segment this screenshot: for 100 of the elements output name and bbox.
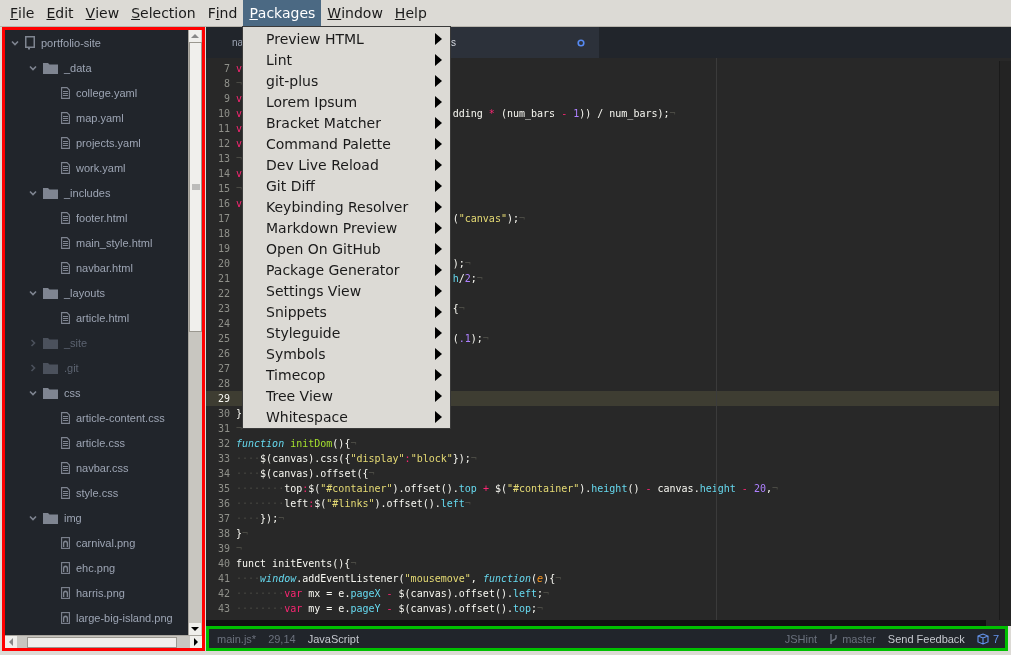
menu-entry[interactable]: Markdown Preview <box>243 217 450 238</box>
line-number: 23 <box>216 302 231 316</box>
file-name[interactable]: footer.html <box>76 211 128 224</box>
file-name[interactable]: carnival.png <box>76 536 136 549</box>
code-line: ····});¬ <box>236 512 285 526</box>
menu-entry[interactable]: Bracket Matcher <box>243 112 450 133</box>
send-feedback-link[interactable]: Send Feedback <box>887 632 965 645</box>
file-name[interactable]: work.yaml <box>76 161 126 174</box>
editor-scrollbar[interactable] <box>999 61 1011 620</box>
menu-entry[interactable]: Open On GitHub <box>243 238 450 259</box>
code-line: }¬ <box>236 527 249 541</box>
code-line: } <box>236 407 243 421</box>
code-line: v <box>236 167 243 181</box>
horizontal-scrollbar[interactable] <box>5 635 202 648</box>
menu-item[interactable]: View <box>79 0 126 26</box>
folder-icon <box>43 186 58 199</box>
menu-entry[interactable]: Package Generator <box>243 259 450 280</box>
code-line: v <box>236 137 243 151</box>
file-name[interactable]: ehc.png <box>76 561 116 574</box>
submenu-arrow-icon <box>435 242 442 255</box>
menu-entry[interactable]: Dev Live Reload <box>243 154 450 175</box>
folder-icon <box>43 386 58 399</box>
menu-entry[interactable]: Lorem Ipsum <box>243 91 450 112</box>
folder-name[interactable]: _data <box>64 61 92 74</box>
package-updates[interactable]: 7 <box>976 632 999 645</box>
menu-item[interactable]: Find <box>201 0 244 26</box>
chevron-down-icon[interactable] <box>29 513 37 522</box>
code-line: ¬ <box>236 182 243 196</box>
file-name[interactable]: large-big-island.png <box>76 611 173 624</box>
folder-name[interactable]: css <box>64 386 81 399</box>
menu-item[interactable]: File <box>4 0 41 26</box>
menu-item[interactable]: Help <box>388 0 433 26</box>
file-text-icon <box>61 486 70 499</box>
folder-name[interactable]: img <box>64 511 82 524</box>
file-name[interactable]: main_style.html <box>76 236 153 249</box>
line-number: 13 <box>216 152 231 166</box>
submenu-arrow-icon <box>435 32 442 45</box>
menu-item[interactable]: Window <box>321 0 389 26</box>
submenu-arrow-icon <box>435 158 442 171</box>
line-number: 36 <box>216 497 231 511</box>
menu-item[interactable]: Selection <box>125 0 202 26</box>
menu-entry[interactable]: Command Palette <box>243 133 450 154</box>
menu-item[interactable]: Edit <box>40 0 80 26</box>
menu-entry[interactable]: Whitespace <box>243 406 450 427</box>
submenu-arrow-icon <box>435 263 442 276</box>
line-number: 40 <box>216 557 231 571</box>
file-name[interactable]: article-content.css <box>76 411 165 424</box>
folder-name[interactable]: _includes <box>64 186 111 199</box>
file-name[interactable]: college.yaml <box>76 86 138 99</box>
file-name[interactable]: projects.yaml <box>76 136 141 149</box>
menu-entry[interactable]: Git Diff <box>243 175 450 196</box>
file-name[interactable]: article.html <box>76 311 130 324</box>
folder-name[interactable]: portfolio-site <box>41 36 101 49</box>
file-text-icon <box>61 161 70 174</box>
file-text-icon <box>61 211 70 224</box>
code-line: ····$(canvas).css({"display":"block"});¬ <box>236 452 477 466</box>
vertical-scrollbar[interactable] <box>188 30 202 635</box>
chevron-down-icon[interactable] <box>11 38 19 47</box>
menu-entry[interactable]: Timecop <box>243 364 450 385</box>
submenu-arrow-icon <box>435 137 442 150</box>
menu-entry[interactable]: git-plus <box>243 70 450 91</box>
line-number: 38 <box>216 527 231 541</box>
folder-icon <box>43 336 58 349</box>
grammar-selector[interactable]: JavaScript <box>307 632 359 645</box>
submenu-arrow-icon <box>435 305 442 318</box>
file-name[interactable]: style.css <box>76 486 119 499</box>
code-line: ¬ <box>236 77 243 91</box>
code-line: funct initEvents(){¬ <box>236 557 357 571</box>
file-name[interactable]: map.yaml <box>76 111 124 124</box>
folder-icon <box>43 61 58 74</box>
file-name[interactable]: harris.png <box>76 586 125 599</box>
line-number: 19 <box>216 242 231 256</box>
line-number: 33 <box>216 452 231 466</box>
menu-entry[interactable]: Keybinding Resolver <box>243 196 450 217</box>
line-number: 21 <box>216 272 231 286</box>
folder-name[interactable]: _layouts <box>64 286 105 299</box>
line-number: 27 <box>216 362 231 376</box>
menu-entry[interactable]: Symbols <box>243 343 450 364</box>
image-file-icon <box>61 611 70 624</box>
file-name[interactable]: navbar.html <box>76 261 133 274</box>
menu-entry[interactable]: Tree View <box>243 385 450 406</box>
image-file-icon <box>61 561 70 574</box>
menu-entry[interactable]: Settings View <box>243 280 450 301</box>
branch-icon <box>829 632 839 645</box>
menu-item[interactable]: Packages <box>243 0 322 26</box>
line-number: 26 <box>216 347 231 361</box>
submenu-arrow-icon <box>435 179 442 192</box>
line-number: 41 <box>216 572 231 586</box>
menu-entry[interactable]: Styleguide <box>243 322 450 343</box>
file-name[interactable]: article.css <box>76 436 125 449</box>
code-line: v <box>236 122 243 136</box>
chevron-down-icon[interactable] <box>29 388 37 397</box>
line-number: 11 <box>216 122 231 136</box>
chevron-down-icon[interactable] <box>29 188 37 197</box>
chevron-down-icon[interactable] <box>29 63 37 72</box>
chevron-down-icon[interactable] <box>29 288 37 297</box>
file-name[interactable]: navbar.css <box>76 461 129 474</box>
menu-entry[interactable]: Snippets <box>243 301 450 322</box>
submenu-arrow-icon <box>435 200 442 213</box>
line-number: 10 <box>216 107 231 121</box>
